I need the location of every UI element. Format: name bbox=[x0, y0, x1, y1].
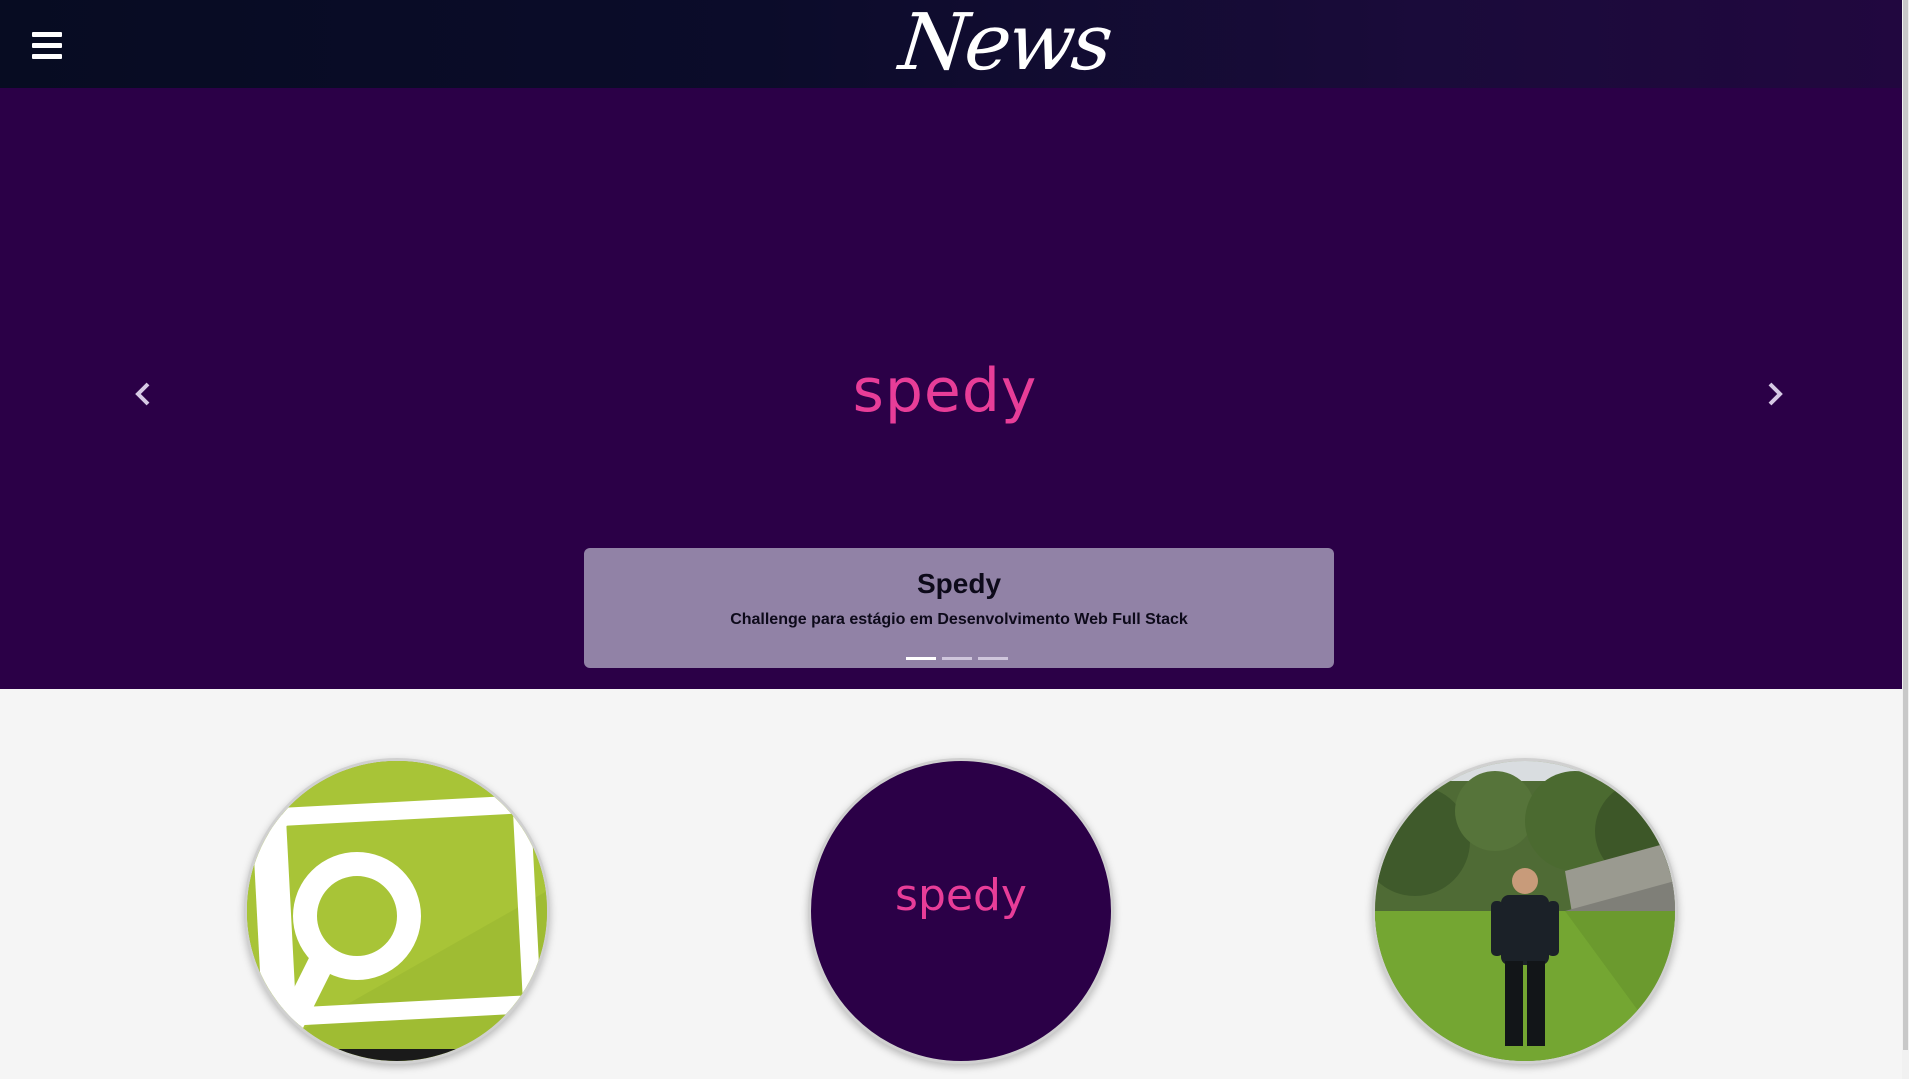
page: News spedy Spedy Challenge para estágio … bbox=[0, 0, 1909, 1079]
navbar: News bbox=[0, 0, 1902, 88]
profile-photo-card[interactable] bbox=[1372, 758, 1678, 1064]
carousel-indicator-3[interactable] bbox=[978, 657, 1008, 660]
spedy-logo-card[interactable]: spedy bbox=[808, 758, 1114, 1064]
person-photo bbox=[1375, 761, 1675, 1061]
page-scrollbar[interactable] bbox=[1902, 0, 1909, 1079]
caption-text: Challenge para estágio em Desenvolviment… bbox=[730, 611, 1188, 628]
carousel-caption: Spedy Challenge para estágio em Desenvol… bbox=[584, 548, 1334, 668]
spedy-logo: spedy bbox=[895, 870, 1027, 921]
magnifier-image-icon bbox=[247, 761, 547, 1061]
carousel-indicators bbox=[906, 657, 1012, 661]
carousel-indicator-2[interactable] bbox=[942, 657, 972, 660]
chevron-right-icon bbox=[1768, 382, 1783, 406]
search-app-icon-card[interactable] bbox=[244, 758, 550, 1064]
scrollbar-thumb[interactable] bbox=[1903, 0, 1908, 1050]
news-carousel: spedy Spedy Challenge para estágio em De… bbox=[0, 88, 1902, 689]
menu-bar bbox=[32, 54, 62, 59]
slide-spedy-logo: spedy bbox=[852, 356, 1038, 426]
brand-logo[interactable]: News bbox=[895, 0, 1114, 88]
caption-title: Spedy bbox=[916, 568, 1002, 599]
hamburger-menu-icon[interactable] bbox=[32, 32, 62, 60]
carousel-next-button[interactable] bbox=[1755, 374, 1795, 414]
menu-bar bbox=[32, 32, 62, 37]
carousel-prev-button[interactable] bbox=[123, 374, 163, 414]
chevron-left-icon bbox=[135, 382, 150, 406]
menu-bar bbox=[32, 43, 62, 48]
carousel-indicator-1[interactable] bbox=[906, 657, 936, 660]
